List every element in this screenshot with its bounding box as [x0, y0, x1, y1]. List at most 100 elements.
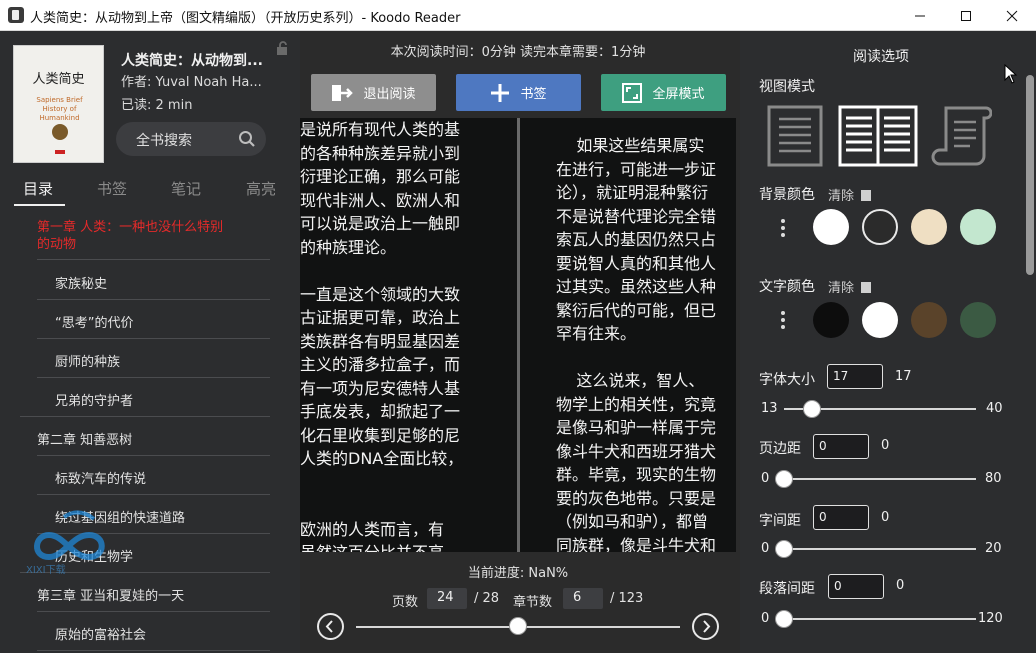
toc-item[interactable]: “思考”的代价 [55, 312, 133, 331]
page-label: 页数 [392, 595, 419, 610]
more-colors-button[interactable] [781, 311, 785, 332]
more-colors-button[interactable] [781, 219, 785, 240]
margin-input[interactable]: 0 [813, 434, 869, 459]
left-page-text: 是说所有现代人类的基 的各种种族差异就小到 衍理论正确，那么可能 现代非洲人、欧… [300, 120, 464, 552]
clear-label: 清除 [828, 281, 855, 296]
letter-spacing-max: 20 [985, 541, 1002, 556]
paragraph-spacing-max: 120 [978, 611, 1003, 626]
bg-color-swatch[interactable] [813, 209, 849, 245]
background-color-label: 背景颜色 [759, 187, 815, 203]
sidebar-tabs: 目录 书签 笔记 高亮 [0, 174, 300, 206]
window-title: 人类简史：从动物到上帝（图文精编版）（开放历史系列）- Koodo Reader [30, 11, 461, 26]
tab-highlights[interactable]: 高亮 [246, 178, 276, 199]
clear-label: 清除 [828, 189, 855, 204]
divider [37, 299, 270, 300]
bg-color-swatch[interactable] [862, 209, 898, 245]
page-total: / 28 [474, 591, 500, 606]
minimize-button[interactable] [897, 0, 943, 31]
toc-item[interactable]: 家族秘史 [55, 273, 107, 292]
letter-spacing-min: 0 [761, 541, 770, 556]
progress-slider-thumb[interactable] [509, 617, 527, 635]
letter-spacing-value: 0 [881, 510, 890, 525]
margin-slider-thumb[interactable] [775, 470, 793, 488]
paragraph-spacing-slider-thumb[interactable] [775, 610, 793, 628]
chevron-left-icon [325, 620, 333, 633]
divider [37, 259, 270, 260]
close-icon [1006, 10, 1018, 21]
toc-item[interactable]: 第二章 知善恶树 [37, 429, 132, 448]
paragraph-spacing-label: 段落间距 [759, 581, 815, 597]
maximize-button[interactable] [943, 0, 989, 31]
page-input[interactable]: 24 [427, 588, 467, 609]
divider [37, 611, 270, 612]
right-page-text: 如果这些结果属实 在进行，可能进一步证 论），就证明混种繁衍 不是说替代理论完全… [556, 136, 717, 552]
clear-background-button[interactable]: 清除 [828, 185, 872, 204]
chapter-input[interactable]: 6 [563, 588, 603, 609]
next-page-button[interactable] [692, 613, 719, 640]
exit-reading-button[interactable]: 退出阅读 [311, 74, 436, 111]
unlock-icon[interactable] [276, 41, 290, 55]
toc-item[interactable]: 兄弟的守护者 [55, 390, 133, 409]
fullscreen-button[interactable]: 全屏模式 [601, 74, 726, 111]
book-cover[interactable]: 人类简史 Sapiens Brief History of Humankind [13, 45, 104, 163]
margin-slider-track[interactable] [784, 478, 976, 480]
tab-bookmarks[interactable]: 书签 [97, 178, 127, 199]
chevron-right-icon [703, 620, 711, 633]
font-size-max: 40 [986, 401, 1003, 416]
clear-text-color-button[interactable]: 清除 [828, 277, 872, 296]
cover-title: 人类简史 [32, 72, 85, 87]
fullscreen-label: 全屏模式 [652, 87, 705, 102]
paragraph-spacing-value: 0 [896, 578, 905, 593]
toc-item[interactable]: 标致汽车的传说 [55, 468, 146, 487]
bg-color-swatch[interactable] [911, 209, 947, 245]
chapter-total: / 123 [610, 591, 644, 606]
scroll-icon[interactable] [930, 104, 992, 168]
text-color-swatch[interactable] [862, 302, 898, 338]
divider [20, 416, 270, 417]
letter-spacing-slider-track[interactable] [784, 548, 976, 550]
toc-item[interactable]: 第三章 亚当和夏娃的一天 [37, 585, 184, 604]
read-time: 已读: 2 min [121, 98, 193, 113]
close-button[interactable] [989, 0, 1035, 31]
toc-item[interactable]: 厨师的种族 [55, 351, 120, 370]
bookmark-button[interactable]: 书签 [456, 74, 581, 111]
text-color-swatch[interactable] [813, 302, 849, 338]
divider [37, 377, 270, 378]
margin-label: 页边距 [759, 441, 801, 457]
search-button[interactable]: 全书搜索 [116, 122, 266, 156]
app-icon [8, 7, 24, 23]
paragraph-spacing-slider-track[interactable] [784, 618, 976, 620]
text-color-swatch[interactable] [960, 302, 996, 338]
minimize-icon [915, 15, 925, 16]
previous-page-button[interactable] [317, 613, 344, 640]
paragraph-spacing-input[interactable]: 0 [828, 574, 884, 599]
left-page[interactable]: 是说所有现代人类的基 的各种种族差异就小到 衍理论正确，那么可能 现代非洲人、欧… [300, 118, 517, 552]
search-icon [239, 131, 255, 147]
bg-color-swatch[interactable] [960, 209, 996, 245]
right-page[interactable]: 如果这些结果属实 在进行，可能进一步证 论），就证明混种繁衍 不是说替代理论完全… [520, 118, 736, 552]
divider [37, 455, 270, 456]
double-page-icon[interactable] [838, 104, 918, 168]
font-size-value: 17 [895, 369, 912, 384]
font-size-min: 13 [761, 401, 778, 416]
cover-subtitle: Sapiens Brief History of Humankind [36, 96, 83, 122]
paragraph-spacing-min: 0 [761, 611, 770, 626]
tab-notes[interactable]: 笔记 [171, 178, 201, 199]
title-bar: 人类简史：从动物到上帝（图文精编版）（开放历史系列）- Koodo Reader [0, 0, 1036, 31]
single-page-icon[interactable] [766, 104, 824, 168]
tab-contents[interactable]: 目录 [23, 178, 53, 199]
font-size-input[interactable]: 17 [827, 364, 883, 389]
panel-scrollbar[interactable] [1026, 75, 1034, 275]
margin-max: 80 [985, 471, 1002, 486]
letter-spacing-input[interactable]: 0 [813, 505, 869, 530]
exit-reading-label: 退出阅读 [363, 87, 416, 102]
divider [37, 494, 270, 495]
search-label: 全书搜索 [136, 133, 192, 149]
panel-title: 阅读选项 [853, 49, 909, 65]
toc-item-continued[interactable]: 的动物 [37, 233, 76, 252]
toc-item[interactable]: 原始的富裕社会 [55, 624, 146, 643]
font-size-label: 字体大小 [759, 372, 815, 388]
letter-spacing-slider-thumb[interactable] [775, 540, 793, 558]
text-color-swatch[interactable] [911, 302, 947, 338]
margin-value: 0 [881, 438, 890, 453]
